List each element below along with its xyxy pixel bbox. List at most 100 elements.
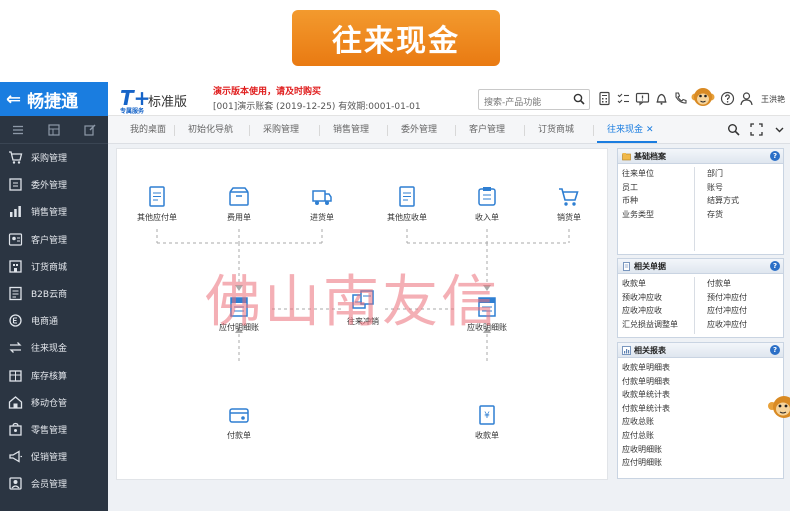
more-icon[interactable] [773, 123, 786, 136]
b2b-icon [9, 286, 22, 301]
other-receivable-node[interactable]: 其他应收单 [377, 185, 437, 223]
panel-link[interactable]: 付款单 [707, 277, 779, 291]
expense-node[interactable]: 费用单 [209, 185, 269, 223]
doc-icon [149, 186, 165, 207]
bell-icon[interactable] [654, 91, 669, 106]
panel-link[interactable]: 应收冲应收 [622, 304, 694, 318]
tab[interactable]: 初始化导航 [188, 116, 233, 144]
basic-archive-title: 基础档案 [634, 151, 666, 161]
sidebar-item[interactable]: 往来现金 [0, 334, 108, 361]
receipt-node[interactable]: ¥ 收款单 [457, 403, 517, 441]
back-arrow-icon[interactable]: ⇐ [6, 89, 21, 110]
calculator-icon[interactable] [597, 91, 612, 106]
sales-node[interactable]: 销货单 [539, 185, 599, 223]
tab-search-icon[interactable] [727, 123, 740, 136]
panel-link[interactable]: 业务类型 [622, 208, 694, 222]
panel-help-icon[interactable]: ? [770, 151, 780, 161]
page: 往来现金 ⇐ 畅捷通 T+ 专属服务 标准版 演示版本使用，请及时购买 [001… [0, 0, 790, 511]
tab[interactable]: 销售管理 [333, 116, 369, 144]
tab-separator [524, 125, 525, 136]
panel-link[interactable]: 应收冲应付 [707, 318, 779, 332]
sidebar-item[interactable]: 销售管理 [0, 198, 108, 225]
sidebar-item[interactable]: 委外管理 [0, 171, 108, 198]
sidebar-item[interactable]: B2B云商 [0, 280, 108, 307]
inventory-icon [9, 369, 22, 382]
panel-link[interactable]: 预收冲应收 [622, 291, 694, 305]
svg-text:¥: ¥ [484, 411, 490, 421]
tab-separator [387, 125, 388, 136]
search-icon[interactable] [573, 93, 585, 105]
tab[interactable]: 采购管理 [263, 116, 299, 144]
panel-link[interactable]: 付款单明细表 [622, 375, 779, 389]
panel-link[interactable]: 账号 [707, 181, 779, 195]
panel-link[interactable]: 收款单明细表 [622, 361, 779, 375]
monkey-assistant-icon[interactable] [766, 392, 790, 424]
panel-link[interactable]: 应收总账 [622, 415, 779, 429]
brand-bar[interactable]: ⇐ 畅捷通 [0, 82, 108, 116]
sidebar-item[interactable]: 会员管理 [0, 470, 108, 497]
panel-link[interactable]: 应付总账 [622, 429, 779, 443]
sidebar-item[interactable]: 零售管理 [0, 416, 108, 443]
help-icon[interactable] [720, 91, 735, 106]
tab[interactable]: 往来现金 [607, 116, 643, 144]
tab[interactable]: 客户管理 [469, 116, 505, 144]
folder-icon [622, 152, 631, 160]
message-icon[interactable] [635, 91, 650, 106]
tab[interactable]: 订货商城 [538, 116, 574, 144]
flow-node-label: 收入单 [475, 213, 499, 222]
panel-link[interactable]: 员工 [622, 181, 694, 195]
doc-icon [399, 186, 415, 207]
user-icon[interactable] [739, 91, 754, 106]
panel-link[interactable]: 应收明细账 [622, 443, 779, 457]
panel-link[interactable]: 结算方式 [707, 194, 779, 208]
panel-link[interactable]: 预付冲应付 [707, 291, 779, 305]
panel-link[interactable]: 汇兑损益调整单 [622, 318, 694, 332]
panel-link[interactable]: 应付明细账 [622, 456, 779, 470]
panel-help-icon[interactable]: ? [770, 261, 780, 271]
tab-separator [174, 125, 175, 136]
app-header: ⇐ 畅捷通 T+ 专属服务 标准版 演示版本使用，请及时购买 [001]演示账套… [0, 82, 790, 116]
search-input[interactable] [479, 93, 567, 113]
phone-icon[interactable] [673, 91, 688, 106]
panel-link[interactable]: 存货 [707, 208, 779, 222]
income-node[interactable]: 收入单 [457, 185, 517, 223]
sidebar-item[interactable]: 采购管理 [0, 144, 108, 171]
document-icon [623, 261, 630, 271]
username[interactable]: 王洪艳 [761, 94, 785, 105]
payment-node[interactable]: 付款单 [209, 403, 269, 441]
close-tab-icon[interactable]: ✕ [646, 116, 654, 144]
flow-node-label: 收款单 [475, 431, 499, 440]
nav-list: 采购管理 委外管理 销售管理 客户管理 订货商城 B2B云商 电商通 往来现金 库存核算 移动仓管… [0, 144, 108, 497]
purchase-node[interactable]: 进货单 [292, 185, 352, 223]
menu-icon[interactable] [12, 124, 24, 136]
panel-link[interactable]: 收款单 [622, 277, 694, 291]
sidebar-item[interactable]: 促销管理 [0, 443, 108, 470]
panel-link[interactable]: 币种 [622, 194, 694, 208]
sidebar-item[interactable]: 电商通 [0, 307, 108, 334]
panel-link[interactable]: 部门 [707, 167, 779, 181]
panel-link[interactable]: 往来单位 [622, 167, 694, 181]
demo-notice[interactable]: 演示版本使用，请及时购买 [213, 84, 321, 97]
checklist-icon[interactable] [616, 91, 631, 106]
tab[interactable]: 委外管理 [401, 116, 437, 144]
other-payable-node[interactable]: 其他应付单 [127, 185, 187, 223]
sidebar-item[interactable]: 客户管理 [0, 226, 108, 253]
tab[interactable]: 我的桌面 [130, 116, 166, 144]
search-box[interactable] [478, 89, 590, 113]
sidebar-item[interactable]: 库存核算 [0, 362, 108, 389]
fullscreen-icon[interactable] [750, 123, 763, 136]
monkey-mascot-icon[interactable] [691, 85, 715, 111]
truck-icon [312, 190, 332, 205]
megaphone-icon [9, 450, 22, 463]
grid-view-icon[interactable] [48, 123, 60, 136]
panel-link[interactable]: 付款单统计表 [622, 402, 779, 416]
sidebar-item[interactable]: 订货商城 [0, 253, 108, 280]
panel-link[interactable]: 收款单统计表 [622, 388, 779, 402]
edit-icon[interactable] [84, 124, 96, 136]
sidebar-item[interactable]: 移动仓管 [0, 389, 108, 416]
basic-archive-panel: 基础档案 ? 往来单位 员工 币种 业务类型 部门 账号 结算方式 存货 [617, 148, 784, 255]
panel-help-icon[interactable]: ? [770, 345, 780, 355]
tab-bar: 我的桌面 初始化导航 采购管理 销售管理 委外管理 客户管理 订货商城 往来现金 ✕ [108, 116, 790, 144]
panel-link[interactable]: 应付冲应付 [707, 304, 779, 318]
related-docs-title: 相关单据 [634, 261, 666, 271]
